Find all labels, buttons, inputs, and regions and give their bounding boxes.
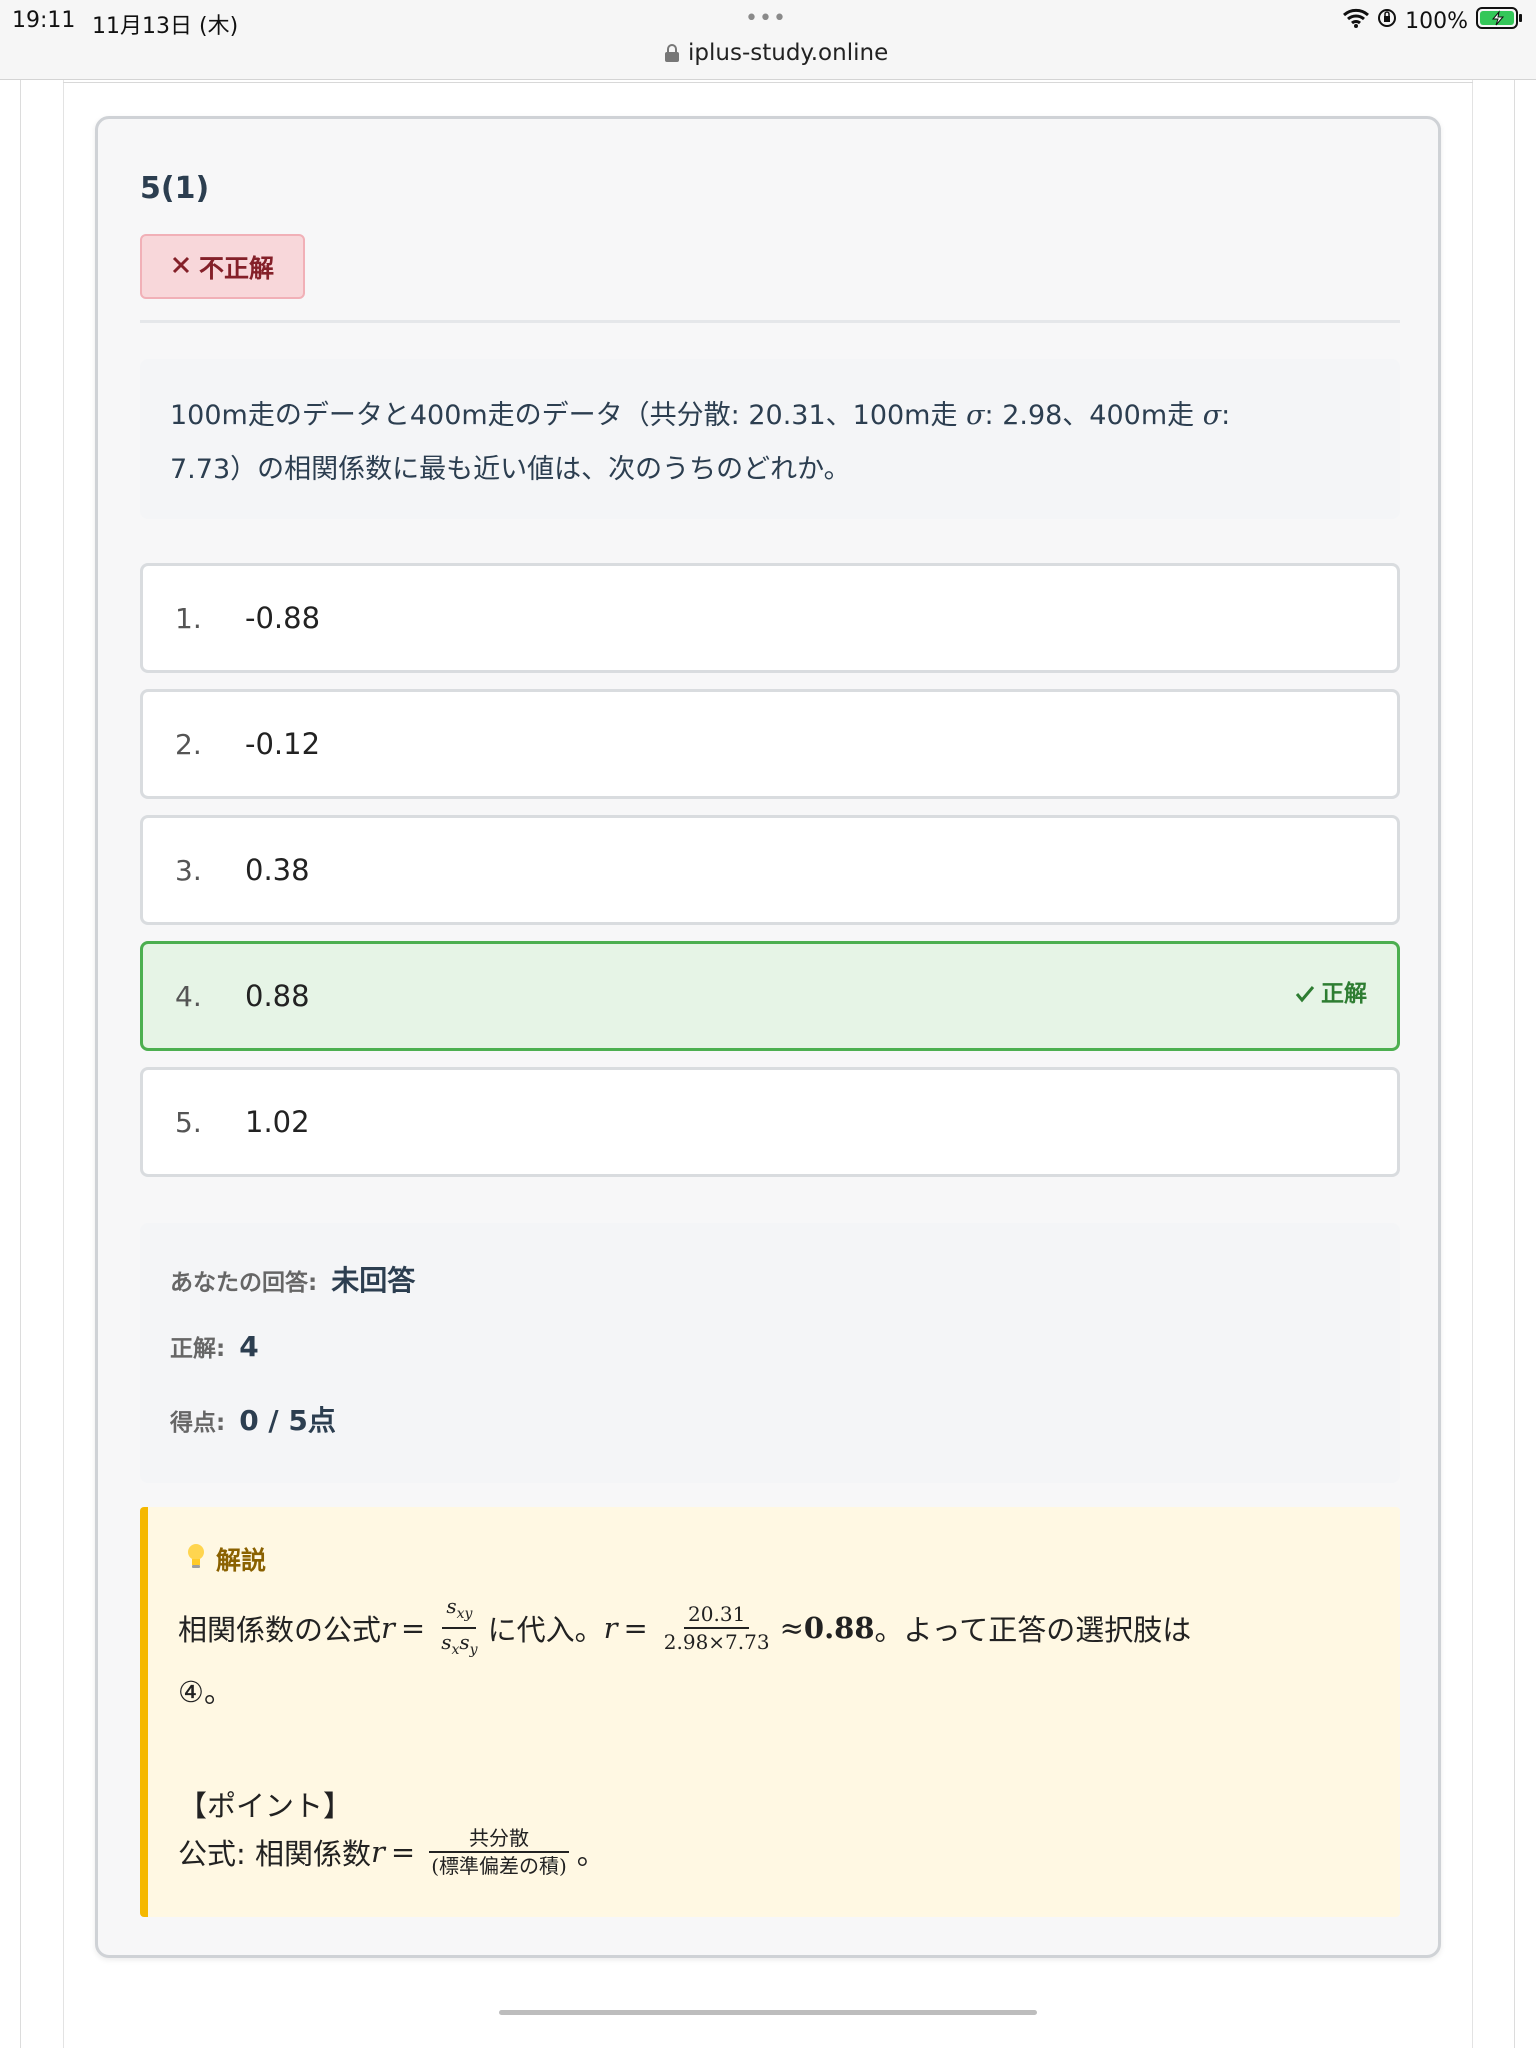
choice-item[interactable]: 2. -0.12 xyxy=(140,689,1400,799)
explanation-text: に代入。 xyxy=(487,1613,604,1647)
correct-tag-label: 正解 xyxy=(1321,981,1367,1007)
incorrect-badge-label: 不正解 xyxy=(198,253,274,283)
orientation-lock-icon xyxy=(1377,8,1397,34)
address-bar[interactable]: iplus-study.online xyxy=(664,40,888,66)
score-row: 得点: 0 / 5点 xyxy=(170,1399,336,1439)
divider xyxy=(140,320,1400,323)
math-variable-r: r xyxy=(603,1611,618,1645)
math-equals: = xyxy=(400,1611,426,1645)
choice-number: 1. xyxy=(175,601,202,635)
sigma-symbol: σ xyxy=(1202,400,1222,431)
correct-answer-label: 正解: xyxy=(170,1336,226,1362)
explanation-line-1: 相関係数の公式 r = sxy sxsy に代入。 r = 20.31 2.98… xyxy=(178,1593,1191,1663)
close-icon xyxy=(171,252,191,281)
content-frame-top xyxy=(63,82,1473,83)
question-text-part: : 2.98、400m走 xyxy=(984,400,1203,431)
question-line-1: 100m走のデータと400m走のデータ（共分散: 20.31、100m走 σ: … xyxy=(170,389,1370,443)
correct-tag: 正解 xyxy=(1295,974,1367,1008)
choice-value: 1.02 xyxy=(245,1105,310,1139)
choice-item-correct[interactable]: 4. 0.88 正解 xyxy=(140,941,1400,1051)
math-equals: = xyxy=(623,1611,648,1645)
score-label: 得点: xyxy=(170,1410,226,1436)
question-text: 100m走のデータと400m走のデータ（共分散: 20.31、100m走 σ: … xyxy=(140,359,1400,519)
fraction-denominator: 2.98×7.73 xyxy=(663,1630,770,1654)
correct-answer-value: 4 xyxy=(239,1330,259,1363)
question-line-2: 7.73）の相関係数に最も近い値は、次のうちのどれか。 xyxy=(170,454,851,485)
choice-item[interactable]: 5. 1.02 xyxy=(140,1067,1400,1177)
formula-fraction: sxy sxsy xyxy=(437,1593,481,1663)
check-icon xyxy=(1295,986,1315,1003)
url-text: iplus-study.online xyxy=(688,40,889,66)
math-variable-r: r xyxy=(371,1835,385,1869)
point-formula-line: 公式: 相関係数 r = 共分散 (標準偏差の積) 。 xyxy=(178,1825,606,1879)
correct-answer-row: 正解: 4 xyxy=(170,1329,259,1363)
fraction-denominator: sxsy xyxy=(441,1630,478,1658)
your-answer-label: あなたの回答: xyxy=(170,1270,318,1296)
point-fraction: 共分散 (標準偏差の積) xyxy=(427,1825,571,1879)
substitution-fraction: 20.31 2.98×7.73 xyxy=(660,1601,774,1655)
score-value: 0 / 5点 xyxy=(239,1404,336,1437)
explanation-heading: 解説 xyxy=(186,1541,266,1577)
point-heading: 【ポイント】 xyxy=(178,1789,353,1823)
explanation-text: 公式: 相関係数 xyxy=(178,1837,371,1871)
wifi-icon xyxy=(1343,8,1370,34)
choice-value: -0.88 xyxy=(245,601,321,635)
math-variable-r: r xyxy=(381,1611,395,1645)
result-summary: あなたの回答: 未回答 正解: 4 得点: 0 / 5点 xyxy=(140,1223,1400,1483)
status-icons: 100% xyxy=(1343,6,1524,36)
choice-value: 0.38 xyxy=(245,853,310,887)
explanation-line-2: ④。 xyxy=(178,1675,233,1709)
choice-value: -0.12 xyxy=(245,727,321,761)
choice-number: 2. xyxy=(175,727,202,761)
math-equals: = xyxy=(390,1835,416,1869)
explanation-text: 。 xyxy=(576,1837,606,1871)
fraction-numerator: 20.31 xyxy=(684,1601,750,1629)
choice-value: 0.88 xyxy=(245,979,310,1013)
status-bar: 19:11 11月13日 (木) ••• iplus-study.online … xyxy=(0,0,1536,80)
question-text-part: : xyxy=(1221,400,1231,431)
math-approx: ≈ xyxy=(779,1611,804,1645)
choice-number: 5. xyxy=(175,1105,202,1139)
sigma-symbol: σ xyxy=(966,400,985,431)
incorrect-badge: 不正解 xyxy=(140,234,305,299)
fraction-numerator: sxy xyxy=(442,1593,477,1629)
explanation-text: 。よって正答の選択肢は xyxy=(874,1613,1192,1647)
page-frame-left xyxy=(20,80,21,2048)
fraction-denominator: (標準偏差の積) xyxy=(431,1854,567,1878)
choice-item[interactable]: 3. 0.38 xyxy=(140,815,1400,925)
status-time: 19:11 xyxy=(12,8,76,33)
explanation-box: 解説 相関係数の公式 r = sxy sxsy に代入。 r = 20.31 2… xyxy=(140,1507,1400,1917)
battery-charging-icon xyxy=(1476,6,1524,36)
choice-item[interactable]: 1. -0.88 xyxy=(140,563,1400,673)
multitasking-dots-icon[interactable]: ••• xyxy=(745,6,787,31)
question-text-part: 100m走のデータと400m走のデータ（共分散: 20.31、100m走 xyxy=(170,400,967,431)
fraction-numerator: 共分散 xyxy=(428,1825,569,1853)
question-card: 5(1) 不正解 100m走のデータと400m走のデータ（共分散: 20.31、… xyxy=(95,116,1441,1958)
lock-icon xyxy=(664,44,680,62)
question-number: 5(1) xyxy=(140,171,210,206)
result-value: 0.88 xyxy=(803,1611,875,1645)
your-answer-row: あなたの回答: 未回答 xyxy=(170,1259,415,1299)
choice-number: 4. xyxy=(175,979,202,1013)
explanation-text: 相関係数の公式 xyxy=(178,1613,382,1647)
content-frame-left xyxy=(63,80,64,2048)
home-indicator[interactable] xyxy=(499,2010,1037,2015)
battery-percent: 100% xyxy=(1405,8,1468,34)
page-frame-right xyxy=(1514,80,1515,2048)
your-answer-value: 未回答 xyxy=(331,1264,416,1297)
choice-number: 3. xyxy=(175,853,202,887)
explanation-heading-label: 解説 xyxy=(216,1546,267,1575)
status-date: 11月13日 (木) xyxy=(92,14,239,39)
content-frame-right xyxy=(1472,80,1473,2048)
lightbulb-icon xyxy=(186,1542,206,1576)
